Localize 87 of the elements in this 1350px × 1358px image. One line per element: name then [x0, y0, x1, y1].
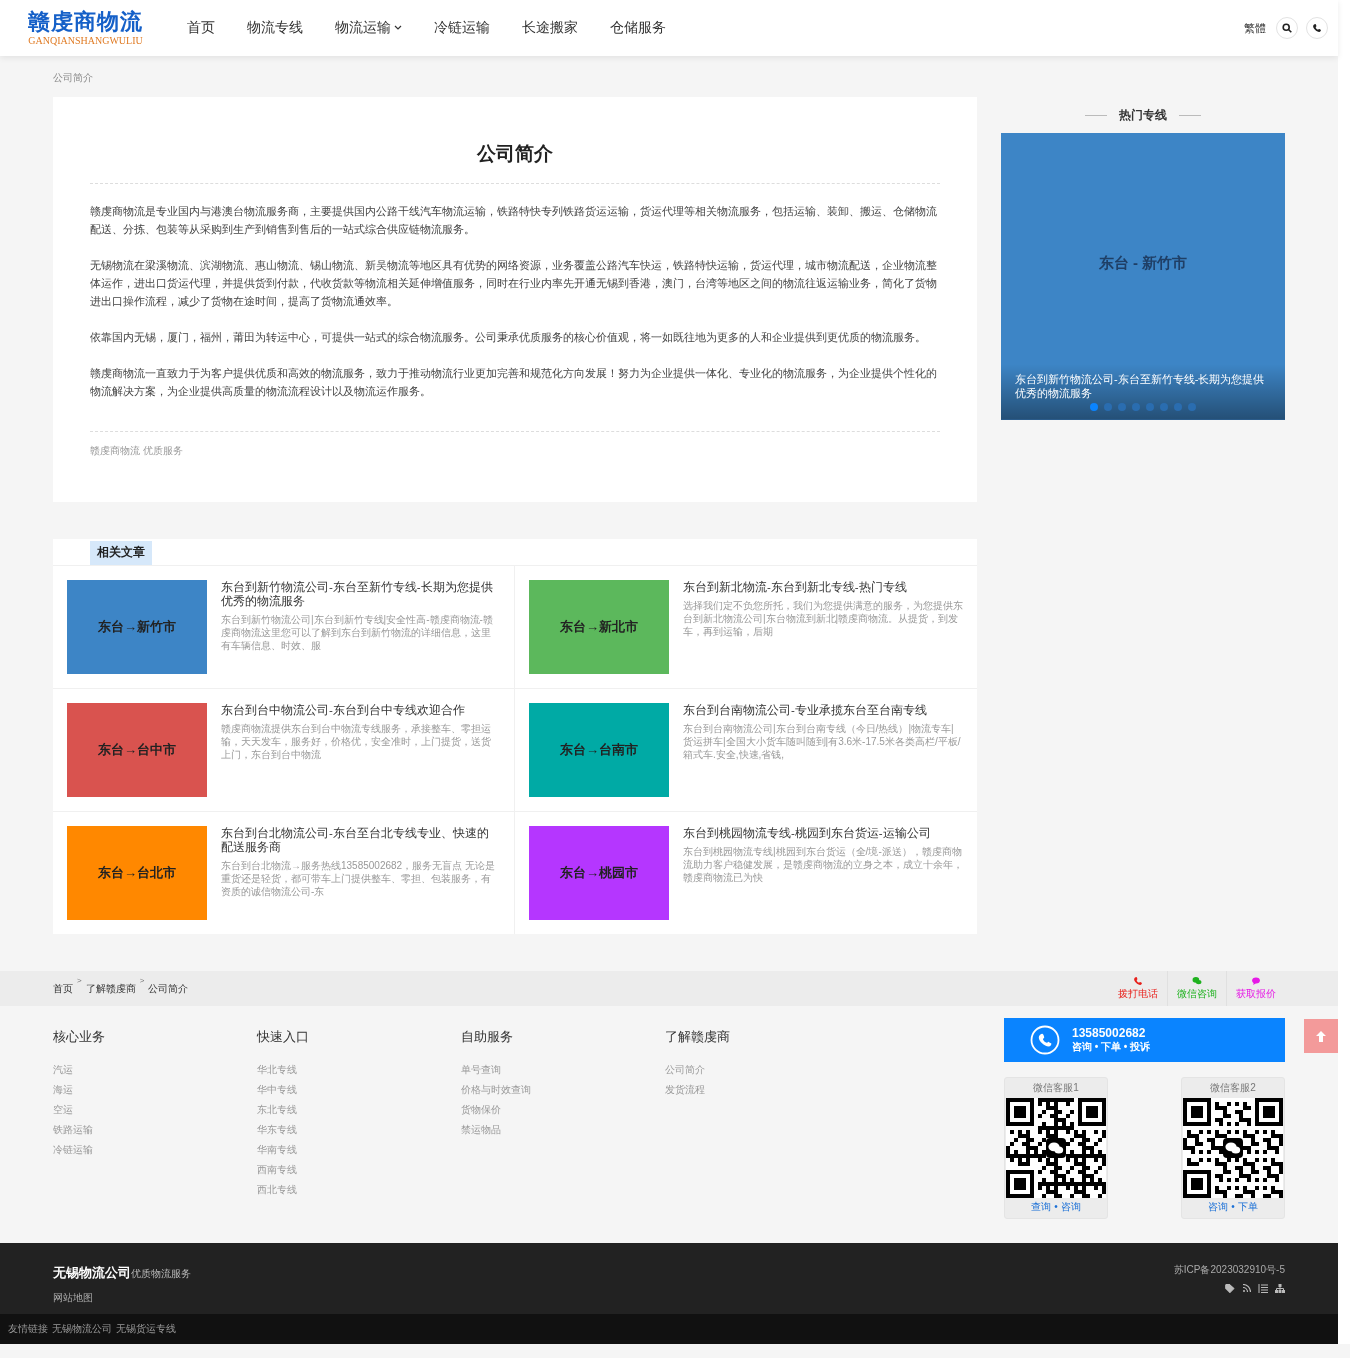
friend-link[interactable]: 无锡物流公司 [52, 1322, 112, 1336]
footer-heading: 了解赣虔商 [665, 1028, 731, 1046]
hotline-number: 13585002682 [1072, 1026, 1147, 1040]
carousel-dot[interactable] [1188, 403, 1196, 411]
footer-heading: 自助服务 [461, 1028, 514, 1046]
nav-link[interactable]: 仓储服务 [594, 19, 682, 37]
article-excerpt: 东台到台北物流→服务热线13585002682，服务无盲点 无论是重货还是轻货，都可带车上门提供整车、零担、包装服务，有资质的诚信物流公司-东 [221, 859, 496, 898]
article-thumbnail[interactable]: 东台→台中市 [67, 703, 207, 797]
carousel-dot[interactable] [1104, 403, 1112, 411]
footer-link[interactable]: 汽运 [53, 1060, 257, 1080]
arrow-up-icon [1316, 1030, 1326, 1042]
breadcrumb-link[interactable]: 公司简介 [148, 981, 189, 996]
article-paragraph: 依靠国内无锡，厦门，福州，莆田为转运中心，可提供一站式的综合物流服务。公司秉承优质服务的核心价值观，将一如既往地为更多的人和企业提供到更优质的物流服务。 [90, 330, 927, 345]
article-thumbnail[interactable]: 东台→桃园市 [529, 826, 669, 920]
carousel-dot[interactable] [1090, 403, 1098, 411]
phone-icon [1030, 1025, 1060, 1055]
footer-link[interactable]: 禁运物品 [461, 1120, 665, 1140]
list-icon [1258, 1284, 1268, 1293]
article-excerpt: 选择我们定不负您所托，我们为您提供满意的服务，为您提供东台到新北物流公司|东台物流到新北|赣虔商物流。从提货，到发车，再到运输，后期 [683, 599, 963, 638]
phone-button[interactable] [1306, 17, 1328, 39]
breadcrumb-link[interactable]: 了解赣虔商 [85, 981, 136, 996]
qr-title: 微信客服2 [1210, 1081, 1256, 1095]
breadcrumb-link[interactable]: 首页 [53, 981, 73, 996]
route-banner[interactable]: 东台 - 新竹市 东台到新竹物流公司-东台至新竹专线-长期为您提供优秀的物流服务 [1001, 133, 1285, 420]
footer-link[interactable]: 空运 [53, 1100, 257, 1120]
site-logo[interactable]: 赣虔商物流 GANQIANSHANGWULIU [28, 9, 143, 47]
article-excerpt: 东台到桃园物流专线|桃园到东台货运（全/境-派送），赣虔商物流助力客户稳健发展，是赣虔商物流的立身之本，成立十余年，赣虔商物流已为快 [683, 845, 963, 884]
carousel-dot[interactable] [1118, 403, 1126, 411]
article-tags: 赣虔商物流 优质服务 [90, 444, 183, 458]
footer-link[interactable]: 公司简介 [665, 1060, 869, 1080]
sitemap-link[interactable]: 网站地图 [53, 1291, 191, 1305]
friend-links-label: 友情链接 [8, 1322, 48, 1336]
article-thumbnail[interactable]: 东台→台南市 [529, 703, 669, 797]
footer-link[interactable]: 海运 [53, 1080, 257, 1100]
search-button[interactable] [1276, 17, 1298, 39]
article-title: 公司简介 [476, 142, 554, 166]
hotline-note: 咨询 • 下单 • 投诉 [1072, 1040, 1151, 1054]
article-excerpt: 赣虔商物流提供东台到台中物流专线服务，承接整车、零担运输，天天发车，服务好，价格优，安全准时，上门提货，送货上门，东台到台中物流 [221, 722, 492, 761]
language-toggle[interactable]: 繁體 [1244, 20, 1266, 36]
nav-link[interactable]: 物流专线 [231, 19, 319, 37]
phone-icon [1312, 23, 1322, 33]
rss-icon [1243, 1284, 1251, 1292]
carousel-dot[interactable] [1160, 403, 1168, 411]
article-link[interactable]: 东台到台北物流公司-东台至台北专线专业、快速的配送服务商 [221, 826, 500, 854]
contact-shortcut[interactable]: 拨打电话 [1118, 987, 1158, 1001]
footer-heading: 核心业务 [53, 1028, 106, 1046]
article-paragraph: 赣虔商物流一直致力于为客户提供优质和高效的物流服务，致力于推动物流行业更加完善和规范化方向发展！努力为企业提供一体化、专业化的物流服务，为企业提供个性化的物流解决方案，为企业提供高质量的物流流程设计以及物流运作服务。 [90, 366, 938, 399]
banner-title: 东台 - 新竹市 [1098, 254, 1188, 273]
qr-caption: 查询 • 咨询 [1031, 1200, 1081, 1214]
footer-heading: 快速入口 [257, 1028, 310, 1046]
footer-link[interactable]: 单号查询 [461, 1060, 665, 1080]
article-excerpt: 东台到台南物流公司|东台到台南专线（今日/热线）|物流专车|货运拼车|全国大小货车随叫随到|有3.6米-17.5米各类高栏/平板/箱式车.安全,快速,省钱, [683, 722, 962, 761]
nav-link[interactable]: 首页 [171, 19, 231, 37]
article-link[interactable]: 东台到台南物流公司-专业承揽东台至台南专线 [683, 703, 963, 717]
section-title: 热门专线 [1119, 106, 1167, 124]
article-thumbnail[interactable]: 东台→台北市 [67, 826, 207, 920]
tag-icon [1225, 1284, 1236, 1293]
icp-license[interactable]: 苏ICP备2023032910号-5 [1173, 1263, 1285, 1277]
breadcrumb-separator: > [139, 976, 145, 985]
footer-company: 无锡物流公司优质物流服务 [53, 1265, 191, 1282]
breadcrumb-separator: > [77, 976, 82, 985]
search-icon [1282, 23, 1292, 33]
qr-title: 微信客服1 [1033, 1081, 1079, 1095]
article-thumbnail[interactable]: 东台→新竹市 [67, 580, 207, 674]
carousel-dot[interactable] [1146, 403, 1154, 411]
sitemap-icon [1275, 1284, 1285, 1293]
carousel-dot[interactable] [1174, 403, 1182, 411]
article-paragraph: 赣虔商物流是专业国内与港澳台物流服务商，主要提供国内公路干线汽车物流运输，铁路特快专列铁路货运运输，货运代理等相关物流服务，包括运输、装卸、搬运、仓储物流配送、分拣、包装等从采购到生产到销售到售后的一站式综合供应链物流服务。 [90, 204, 938, 237]
contact-shortcut[interactable]: 获取报价 [1236, 987, 1276, 1001]
article-excerpt: 东台到新竹物流公司|东台到新竹专线|安全性高-赣虔商物流-赣虔商物流这里您可以了解到东台到新竹物流的详细信息，这里有车辆信息、时效、服 [221, 613, 494, 652]
nav-link[interactable]: 长途搬家 [506, 19, 594, 37]
hotline-banner[interactable]: 13585002682 咨询 • 下单 • 投诉 [1004, 1018, 1285, 1062]
friend-link[interactable]: 无锡货运专线 [116, 1322, 176, 1336]
qr-caption: 咨询 • 下单 [1208, 1200, 1258, 1214]
article-link[interactable]: 东台到新竹物流公司-东台至新竹专线-长期为您提供优秀的物流服务 [221, 580, 500, 608]
article-paragraph: 无锡物流在梁溪物流、滨湖物流、惠山物流、锡山物流、新吴物流等地区具有优势的网络资源，业务覆盖公路汽车快运，铁路特快运输，货运代理，城市物流配送，企业物流整体运作，进出口货运代理，并提供货到付款，代收货款等物流相关延伸增值服务，同时在行业内率先开通无锡到香港，澳门，台湾等地区之间的物流往返运输业务，简化了货物进出口操作流程，减少了货物在途时间，提高了货物流通效率。 [90, 258, 938, 309]
article-thumbnail[interactable]: 东台→新北市 [529, 580, 669, 674]
article-link[interactable]: 东台到桃园物流专线-桃园到东台货运-运输公司 [683, 826, 963, 840]
footer-link[interactable]: 铁路运输 [53, 1120, 257, 1140]
nav-link[interactable]: 物流运输 [319, 19, 418, 37]
nav-link[interactable]: 冷链运输 [418, 19, 506, 37]
breadcrumb-link[interactable]: 公司简介 [53, 72, 93, 83]
article-link[interactable]: 东台到新北物流-东台到新北专线-热门专线 [683, 580, 963, 594]
back-to-top-button[interactable] [1304, 1019, 1338, 1053]
article-link[interactable]: 东台到台中物流公司-东台到台中专线欢迎合作 [221, 703, 500, 717]
footer-link[interactable]: 冷链运输 [53, 1140, 257, 1160]
carousel-dot[interactable] [1132, 403, 1140, 411]
